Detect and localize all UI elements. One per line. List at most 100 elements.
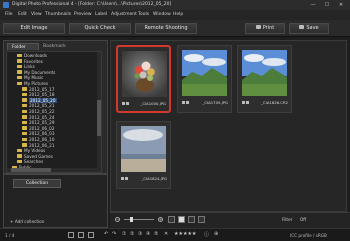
folder-tree-item[interactable]: 2012_05_18 <box>22 92 55 98</box>
folder-panel: Folder Bookmark PublicSearchesSaved Game… <box>3 40 108 174</box>
folder-tree-label: 2012_06_21 <box>29 142 55 148</box>
menu-file[interactable]: File <box>5 12 13 17</box>
thumbnail-card[interactable]: _CIA1000.JPG <box>116 45 171 113</box>
folder-tree-item[interactable]: Downloads <box>17 53 47 59</box>
folder-tree-item[interactable]: My Documents <box>17 70 55 76</box>
folder-tree-item[interactable]: My Pictures <box>17 81 48 87</box>
rotate-right-icon[interactable]: ↷ <box>112 231 116 237</box>
folder-tree-item[interactable]: 2012_05_29 <box>22 120 55 126</box>
save-button[interactable]: Save <box>289 23 329 34</box>
folder-tree-item[interactable]: 2012_05_22 <box>22 109 55 115</box>
thumbnail-card[interactable]: _CIA1705.JPG <box>177 45 232 113</box>
thumbnail-image <box>182 50 227 96</box>
folder-icon <box>17 53 22 57</box>
compare-view-icon[interactable] <box>88 232 94 238</box>
menu-label[interactable]: Label <box>95 12 107 17</box>
view-list-icon[interactable] <box>188 216 195 223</box>
zoom-in-icon[interactable]: + <box>158 217 163 222</box>
folder-tree-item[interactable]: 2012_06_21 <box>22 143 55 149</box>
add-collection-button[interactable]: + Add collection <box>10 219 44 224</box>
tree-scroll-thumb[interactable] <box>97 100 101 136</box>
thumbnail-card[interactable]: _CIA1824.JPG <box>116 121 171 189</box>
menu-window[interactable]: Window <box>153 12 171 17</box>
folder-tree-label: 2012_05_17 <box>29 86 55 92</box>
tree-horizontal-scrollbar[interactable] <box>7 168 99 172</box>
folder-tree-item[interactable]: 2012_06_10 <box>22 137 55 143</box>
folder-tree-item[interactable]: 2012_05_21 <box>22 103 55 109</box>
view-grid-icon[interactable] <box>178 216 185 223</box>
quick-check-button[interactable]: Quick Check <box>69 23 131 34</box>
check-mark-1-icon[interactable]: ① <box>122 231 126 237</box>
folder-icon <box>22 109 27 113</box>
folder-tree-item[interactable]: 2012_05_24 <box>22 115 55 121</box>
collection-panel: Collection + Add collection <box>3 174 108 228</box>
rotate-left-icon[interactable]: ↶ <box>104 231 108 237</box>
zoom-slider[interactable] <box>124 219 154 220</box>
folder-tree-item[interactable]: My Videos <box>17 148 45 154</box>
folder-tree-label: 2012_05_29 <box>29 120 55 126</box>
folder-tree-item[interactable]: My Music <box>17 75 43 81</box>
folder-tree-item[interactable]: 2012_05_17 <box>22 87 55 93</box>
folder-tree-label: 2012_05_18 <box>29 92 55 98</box>
tab-bookmark[interactable]: Bookmark <box>39 43 71 50</box>
thumbnail-status-icons <box>182 100 192 104</box>
menu-edit[interactable]: Edit <box>18 12 27 17</box>
thumbnail-status-icons <box>121 176 131 180</box>
menu-adjustment[interactable]: Adjustment <box>111 12 137 17</box>
folder-tree-item[interactable]: Searches <box>17 159 43 165</box>
minimize-button[interactable]: — <box>306 1 320 9</box>
folder-tree-item[interactable]: 2012_06_02 <box>22 126 55 132</box>
folder-tree-item[interactable]: Saved Games <box>17 154 53 160</box>
view-controls-bar: − + Filter Off <box>110 212 350 228</box>
check-mark-5-icon[interactable]: ⑤ <box>154 231 158 237</box>
filter-value[interactable]: Off <box>300 217 306 222</box>
color-profile: ICC profile / sRGB <box>290 233 327 238</box>
folder-icon <box>22 137 27 141</box>
menu-tools[interactable]: Tools <box>138 12 149 17</box>
folder-tree-item[interactable]: Favorites <box>17 59 43 65</box>
print-button[interactable]: Print <box>245 23 285 34</box>
check-mark-3-icon[interactable]: ③ <box>138 231 142 237</box>
tree-vertical-scrollbar[interactable] <box>97 52 101 172</box>
folder-icon <box>22 120 27 125</box>
zoom-icon[interactable]: ⊕ <box>214 231 218 237</box>
reject-icon[interactable]: ✕ <box>164 231 168 237</box>
folder-tree-label: 2012_05_22 <box>29 109 55 114</box>
star-rating-icon[interactable]: ★★★★★ <box>174 231 196 237</box>
menu-help[interactable]: Help <box>173 12 183 17</box>
maximize-button[interactable]: ☐ <box>320 1 334 9</box>
title-bar: Digital Photo Professional 4 - [Folder: … <box>0 0 350 10</box>
folder-icon <box>22 115 27 119</box>
single-view-icon[interactable] <box>78 232 84 238</box>
check-mark-2-icon[interactable]: ② <box>130 231 134 237</box>
folder-tree-label: 2012_05_20 <box>29 97 57 103</box>
folder-icon <box>22 126 27 130</box>
image-count: 1 / 4 <box>5 233 15 238</box>
folder-tree-item[interactable]: Links <box>17 64 35 70</box>
close-button[interactable]: ✕ <box>334 1 348 9</box>
folder-icon <box>17 81 22 85</box>
zoom-slider-handle[interactable] <box>130 217 133 222</box>
grid-view-icon[interactable] <box>68 232 74 238</box>
menu-preview[interactable]: Preview <box>74 12 92 17</box>
tab-folder[interactable]: Folder <box>7 43 39 50</box>
folder-tree-item[interactable]: 2012_06_03 <box>22 131 55 137</box>
thumbnail-card[interactable]: _CIA1826.CR2 <box>237 45 292 113</box>
tree-hscroll-thumb[interactable] <box>11 168 51 172</box>
zoom-out-icon[interactable]: − <box>115 217 120 222</box>
tab-collection[interactable]: Collection <box>13 179 61 188</box>
view-detail-icon[interactable] <box>198 216 205 223</box>
menu-view[interactable]: View <box>31 12 42 17</box>
view-large-icon[interactable] <box>168 216 175 223</box>
folder-tree-label: My Documents <box>24 69 56 75</box>
info-icon[interactable]: ⓘ <box>204 231 209 238</box>
edit-image-button[interactable]: Edit Image <box>3 23 65 34</box>
thumbnail-filename: _CIA1824.JPG <box>141 176 168 181</box>
folder-tree-item[interactable]: 2012_05_20 <box>22 97 57 104</box>
folder-icon <box>17 75 22 80</box>
check-mark-4-icon[interactable]: ④ <box>146 231 150 237</box>
remote-shooting-button[interactable]: Remote Shooting <box>135 23 197 34</box>
toolbar: Edit Image Quick Check Remote Shooting P… <box>0 20 350 37</box>
menu-thumbnails[interactable]: Thumbnails <box>45 12 71 17</box>
folder-tree-label: 2012_05_24 <box>29 114 55 120</box>
